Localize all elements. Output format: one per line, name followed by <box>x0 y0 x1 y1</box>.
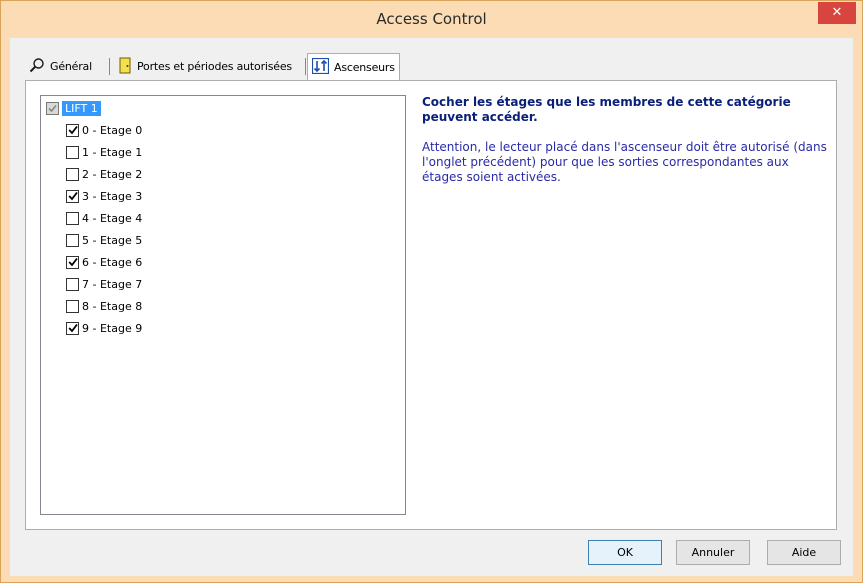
floor-checkbox-checked[interactable] <box>66 321 79 335</box>
floor-checkbox-checked[interactable] <box>66 189 79 203</box>
cancel-button[interactable]: Annuler <box>676 540 750 565</box>
title-bar[interactable]: Access Control ✕ <box>1 1 862 38</box>
floor-item[interactable]: 1 - Etage 1 <box>66 143 142 161</box>
floor-item[interactable]: 6 - Etage 6 <box>66 253 142 271</box>
elevator-icon <box>311 57 330 77</box>
floor-label: 1 - Etage 1 <box>82 145 143 159</box>
floor-item[interactable]: 7 - Etage 7 <box>66 275 142 293</box>
info-panel: Cocher les étages que les membres de cet… <box>422 95 827 185</box>
floor-item[interactable]: 2 - Etage 2 <box>66 165 142 183</box>
floor-label: 8 - Etage 8 <box>82 299 143 313</box>
floor-label: 9 - Etage 9 <box>82 321 143 335</box>
tab-label: Portes et périodes autorisées <box>137 60 292 73</box>
floor-item[interactable]: 0 - Etage 0 <box>66 121 142 139</box>
magnifier-icon <box>29 57 45 76</box>
floor-checkbox[interactable] <box>66 211 79 225</box>
tab-label: Général <box>50 60 92 73</box>
tree-root-lift[interactable]: LIFT 1 <box>46 99 101 117</box>
ok-button[interactable]: OK <box>588 540 662 565</box>
tab-label: Ascenseurs <box>334 60 395 74</box>
window-title: Access Control <box>376 10 487 28</box>
tree-checkbox[interactable] <box>46 101 59 115</box>
door-icon <box>118 57 132 77</box>
floor-checkbox-checked[interactable] <box>66 255 79 269</box>
dialog-window: Access Control ✕ Général Portes et pério… <box>0 0 863 583</box>
floor-checkbox[interactable] <box>66 277 79 291</box>
floor-item[interactable]: 5 - Etage 5 <box>66 231 142 249</box>
floor-label: 0 - Etage 0 <box>82 123 143 137</box>
close-button[interactable]: ✕ <box>818 2 856 24</box>
tab-separator <box>109 58 110 75</box>
floor-item[interactable]: 3 - Etage 3 <box>66 187 142 205</box>
floor-item[interactable]: 8 - Etage 8 <box>66 297 142 315</box>
dialog-client: Général Portes et périodes autorisées As… <box>10 38 853 576</box>
floor-checkbox[interactable] <box>66 233 79 247</box>
floor-item[interactable]: 9 - Etage 9 <box>66 319 142 337</box>
tab-general[interactable]: Général <box>25 55 96 78</box>
tab-separator <box>305 58 306 75</box>
tree-item-label: LIFT 1 <box>62 100 101 116</box>
floor-label: 3 - Etage 3 <box>82 189 143 203</box>
info-text: Attention, le lecteur placé dans l'ascen… <box>422 140 827 184</box>
floor-label: 5 - Etage 5 <box>82 233 143 247</box>
help-button[interactable]: Aide <box>767 540 841 565</box>
tab-panel-elevators: LIFT 1 0 - Etage 0 1 - Etage 1 2 - Etage 2… <box>25 80 837 530</box>
tab-elevators[interactable]: Ascenseurs <box>307 53 400 80</box>
floor-checkbox[interactable] <box>66 145 79 159</box>
close-icon: ✕ <box>831 5 843 20</box>
floor-label: 2 - Etage 2 <box>82 167 143 181</box>
floor-checkbox[interactable] <box>66 299 79 313</box>
floor-label: 4 - Etage 4 <box>82 211 143 225</box>
info-title: Cocher les étages que les membres de cet… <box>422 95 791 124</box>
floor-checkbox[interactable] <box>66 167 79 181</box>
floor-label: 6 - Etage 6 <box>82 255 143 269</box>
floor-label: 7 - Etage 7 <box>82 277 143 291</box>
floor-item[interactable]: 4 - Etage 4 <box>66 209 142 227</box>
tab-doors-periods[interactable]: Portes et périodes autorisées <box>114 55 296 78</box>
floor-tree[interactable]: LIFT 1 0 - Etage 0 1 - Etage 1 2 - Etage 2… <box>40 95 406 515</box>
floor-checkbox-checked[interactable] <box>66 123 79 137</box>
